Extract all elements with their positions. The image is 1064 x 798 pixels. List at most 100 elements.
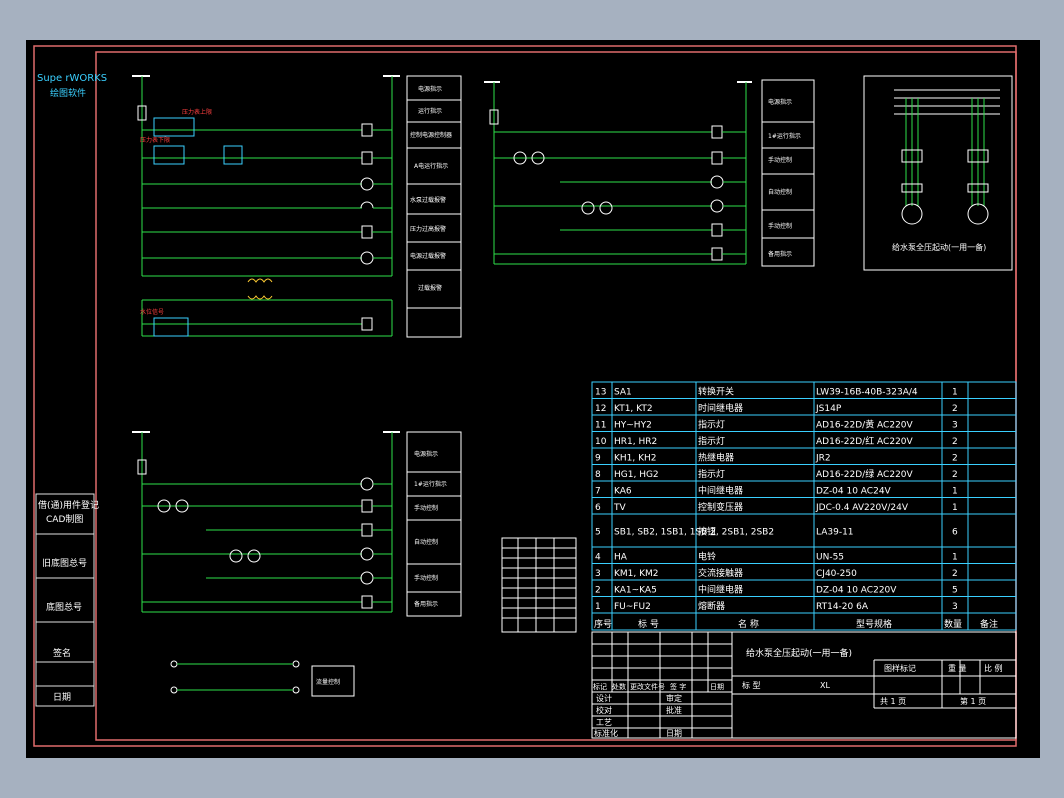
cc-label-1: 电源指示	[414, 450, 438, 458]
rev-header-4: 签 字	[670, 682, 686, 691]
cc-label-2: 1#运行指示	[414, 480, 447, 488]
bom-cell-no: 1	[595, 602, 601, 612]
bom-cell-sym: SB1, SB2, 1SB1, 1SB 2, 2SB1, 2SB2	[614, 528, 774, 538]
ca-label-5: 水泵过载报警	[410, 196, 446, 204]
bom-header-sym: 标 号	[638, 618, 659, 630]
title-block-type-value: XL	[820, 681, 830, 690]
role2-1: 审定	[666, 693, 682, 703]
bom-cell-sym: KA6	[614, 486, 632, 496]
cc-label-5: 手动控制	[414, 574, 438, 582]
bom-cell-model: AD16-22D/红 AC220V	[816, 435, 914, 447]
ca-label-6: 压力过高报警	[410, 225, 446, 233]
bom-cell-no: 8	[595, 470, 601, 480]
strip-label-5: 签名	[53, 647, 71, 659]
bom-cell-qty: 3	[952, 602, 958, 612]
bom-cell-name: 熔断器	[698, 600, 725, 612]
bom-cell-model: JS14P	[815, 404, 842, 414]
bom-cell-model: LA39-11	[816, 528, 854, 538]
bom-cell-name: 时间继电器	[698, 402, 743, 414]
title-block-type-label: 标 型	[742, 680, 761, 690]
bom-cell-sym: HY~HY2	[614, 420, 652, 430]
cb-label-3: 手动控制	[768, 156, 792, 164]
strip-label-3: 旧底图总号	[42, 557, 87, 569]
bom-cell-sym: TV	[613, 503, 626, 513]
bom-cell-qty: 1	[952, 503, 958, 513]
bom-header-note: 备注	[980, 618, 998, 630]
bom-cell-no: 13	[595, 387, 606, 397]
bom-cell-sym: FU~FU2	[614, 602, 651, 612]
bom-cell-sym: KH1, KH2	[614, 453, 657, 463]
bom-cell-qty: 2	[952, 404, 958, 414]
bom-cell-no: 12	[595, 404, 606, 414]
bom-cell-sym: SA1	[614, 387, 632, 397]
bom-cell-qty: 3	[952, 420, 958, 430]
bom-cell-no: 5	[595, 528, 601, 538]
bom-cell-name: 指示灯	[698, 435, 725, 447]
bom-cell-model: LW39-16B-40B-323A/4	[816, 387, 918, 397]
brand-name: Supe rWORKS	[37, 73, 107, 84]
role-4: 标准化	[594, 728, 618, 738]
bom-cell-model: RT14-20 6A	[816, 602, 869, 612]
bom-cell-no: 6	[595, 503, 601, 513]
role-2: 校对	[596, 705, 612, 715]
bom-cell-name: 中间继电器	[698, 484, 743, 496]
title-block-sheets-total: 共 1 页	[880, 697, 906, 706]
ca-label-3: 控制电源控制器	[410, 131, 452, 139]
bom-cell-model: DZ-04 10 AC220V	[816, 585, 897, 595]
bom-header-no: 序号	[594, 618, 612, 630]
bom-cell-qty: 2	[952, 437, 958, 447]
cb-label-2: 1#运行指示	[768, 132, 801, 140]
bom-cell-model: CJ40-250	[816, 569, 857, 579]
bom-cell-no: 3	[595, 569, 601, 579]
bom-cell-model: UN-55	[816, 552, 844, 562]
bom-cell-name: 控制变压器	[698, 501, 743, 513]
bom-cell-name: 交流接触器	[698, 567, 743, 579]
bom-cell-name: 热继电器	[698, 451, 734, 463]
svg-text:压力表上限: 压力表上限	[182, 108, 212, 116]
cc-label-3: 手动控制	[414, 504, 438, 512]
title-block-weight-label: 重 量	[948, 663, 967, 673]
rev-header-5: 日期	[710, 683, 724, 691]
strip-label-2: CAD制图	[46, 513, 83, 525]
bom-header-name: 名 称	[738, 618, 759, 630]
title-block-mark-label: 图样标记	[884, 663, 916, 673]
ca-label-7: 电源过载报警	[410, 252, 446, 260]
svg-text:压力表下限: 压力表下限	[140, 136, 170, 144]
ca-label-2: 运行指示	[418, 107, 442, 115]
bom-cell-name: 中间继电器	[698, 583, 743, 595]
bom-cell-model: AD16-22D/绿 AC220V	[816, 468, 914, 480]
bom-cell-sym: KM1, KM2	[614, 569, 659, 579]
strip-label-1: 借(通)用件登记	[38, 499, 99, 511]
bom-cell-no: 11	[595, 420, 606, 430]
rev-header-1: 标记	[593, 682, 607, 691]
strip-label-6: 日期	[53, 692, 71, 703]
rev-header-3: 更改文件号	[630, 682, 665, 691]
bom-cell-qty: 1	[952, 387, 958, 397]
bom-cell-qty: 5	[952, 585, 958, 595]
bom-cell-name: 指示灯	[698, 468, 725, 480]
bom-cell-no: 2	[595, 585, 601, 595]
bom-cell-qty: 6	[952, 528, 958, 538]
bom-cell-name: 转换开关	[698, 385, 734, 397]
title-block-title: 给水泵全压起动(一用一备)	[746, 647, 852, 659]
bom-cell-sym: KT1, KT2	[614, 404, 653, 414]
cb-label-6: 备用指示	[768, 250, 792, 258]
ca-label-8: 过载报警	[418, 284, 442, 292]
cb-label-5: 手动控制	[768, 222, 792, 230]
role-1: 设计	[596, 693, 612, 703]
ca-label-1: 电源指示	[418, 85, 442, 93]
title-block-scale-label: 比 例	[984, 663, 1003, 673]
bom-cell-no: 10	[595, 437, 607, 447]
bom-cell-sym: HG1, HG2	[614, 470, 659, 480]
bom-header-qty: 数量	[944, 618, 962, 630]
bom-cell-model: JR2	[815, 453, 831, 463]
role-3: 工艺	[596, 718, 612, 727]
flow-box-label: 流量控制	[316, 678, 340, 686]
role2-2: 批准	[666, 705, 682, 715]
bom-cell-name: 指示灯	[698, 418, 725, 430]
bom-cell-qty: 1	[952, 486, 958, 496]
bom-cell-no: 7	[595, 486, 601, 496]
cb-label-1: 电源指示	[768, 98, 792, 106]
bom-cell-no: 4	[595, 552, 601, 562]
bom-cell-sym: HR1, HR2	[614, 437, 657, 447]
